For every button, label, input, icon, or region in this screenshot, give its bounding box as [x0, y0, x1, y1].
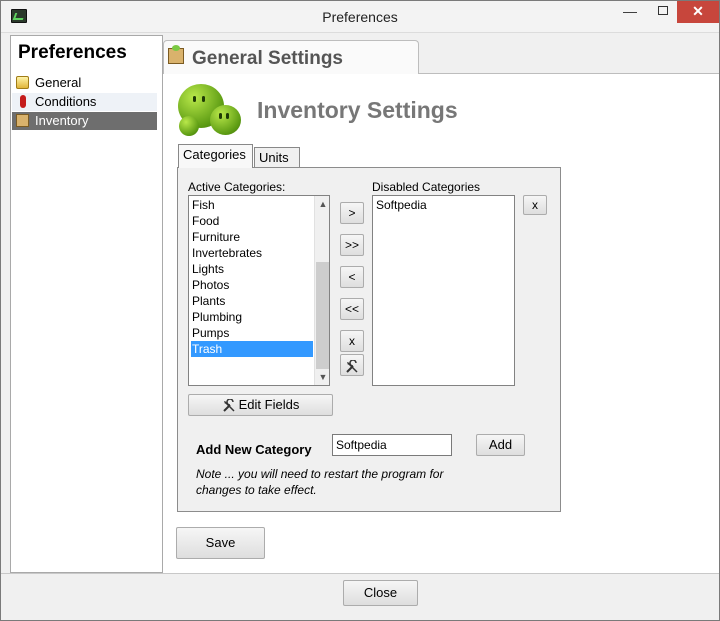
sidebar-item-label: General	[35, 75, 82, 90]
list-item-selected[interactable]: Trash	[191, 341, 313, 357]
preferences-window: Preferences — ✕ Preferences General Cond…	[0, 0, 720, 621]
close-window-button[interactable]: ✕	[677, 1, 719, 23]
list-item[interactable]: Furniture	[191, 229, 313, 245]
minimize-button[interactable]: —	[616, 1, 644, 23]
move-right-button[interactable]: >	[340, 202, 364, 224]
eye	[219, 113, 222, 119]
list-item[interactable]: Plants	[191, 293, 313, 309]
save-button[interactable]: Save	[176, 527, 265, 559]
add-new-category-label: Add New Category	[196, 442, 312, 457]
tab-categories[interactable]: Categories	[178, 144, 253, 168]
list-item[interactable]: Pumps	[191, 325, 313, 341]
wrench-screwdriver-icon	[222, 398, 235, 412]
sidebar-item-label: Conditions	[35, 94, 97, 109]
scroll-up-icon[interactable]: ▲	[315, 196, 329, 212]
move-all-left-button[interactable]: <<	[340, 298, 364, 320]
folder-icon	[16, 76, 29, 89]
eye	[193, 96, 196, 102]
list-item[interactable]: Photos	[191, 277, 313, 293]
sidebar-item-inventory[interactable]: Inventory	[12, 112, 157, 130]
sidebar: Preferences General Conditions Inventory	[10, 35, 163, 573]
list-item[interactable]: Lights	[191, 261, 313, 277]
tab-units[interactable]: Units	[254, 147, 300, 168]
list-item[interactable]: Softpedia	[375, 197, 497, 213]
wrench-screwdriver-icon	[346, 360, 358, 374]
box-icon	[168, 45, 184, 64]
note-line: Note ... you will need to restart the pr…	[196, 467, 444, 481]
list-item[interactable]: Invertebrates	[191, 245, 313, 261]
delete-disabled-button[interactable]: x	[523, 195, 547, 215]
tab-general-settings[interactable]: General Settings	[163, 40, 419, 74]
section-title: Inventory Settings	[257, 97, 458, 123]
close-button[interactable]: Close	[343, 580, 418, 606]
mascot-icon-tiny	[179, 116, 199, 136]
tab-label: General Settings	[192, 48, 343, 69]
sidebar-title: Preferences	[18, 42, 127, 63]
delete-active-button[interactable]: x	[340, 330, 364, 352]
active-categories-label: Active Categories:	[188, 180, 286, 194]
new-category-input[interactable]	[332, 434, 452, 456]
thermometer-icon	[20, 95, 26, 108]
eye	[226, 113, 229, 119]
active-categories-list[interactable]: Fish Food Furniture Invertebrates Lights…	[188, 195, 330, 386]
disabled-categories-list[interactable]: Softpedia	[372, 195, 515, 386]
list-item[interactable]: Fish	[191, 197, 313, 213]
scroll-thumb[interactable]	[316, 262, 329, 369]
list-item[interactable]: Food	[191, 213, 313, 229]
eye	[202, 96, 205, 102]
add-category-button[interactable]: Add	[476, 434, 525, 456]
sidebar-item-label: Inventory	[35, 113, 89, 128]
title-bar: Preferences — ✕	[1, 1, 719, 33]
move-left-button[interactable]: <	[340, 266, 364, 288]
box-icon	[16, 114, 29, 127]
restart-note: Note ... you will need to restart the pr…	[196, 466, 496, 498]
maximize-icon	[658, 6, 668, 16]
sidebar-item-conditions[interactable]: Conditions	[12, 93, 157, 111]
tools-button[interactable]	[340, 354, 364, 376]
active-list-scrollbar[interactable]: ▲ ▼	[314, 196, 329, 385]
disabled-categories-label: Disabled Categories	[372, 180, 481, 194]
move-all-right-button[interactable]: >>	[340, 234, 364, 256]
window-title: Preferences	[322, 9, 398, 25]
sidebar-item-general[interactable]: General	[12, 74, 157, 92]
mascot-icon-small	[210, 105, 241, 135]
edit-fields-button[interactable]: Edit Fields	[188, 394, 333, 416]
edit-fields-label: Edit Fields	[238, 397, 300, 412]
maximize-button[interactable]	[649, 1, 677, 23]
note-line: changes to take effect.	[196, 483, 317, 497]
list-item[interactable]: Plumbing	[191, 309, 313, 325]
scroll-down-icon[interactable]: ▼	[315, 369, 329, 385]
